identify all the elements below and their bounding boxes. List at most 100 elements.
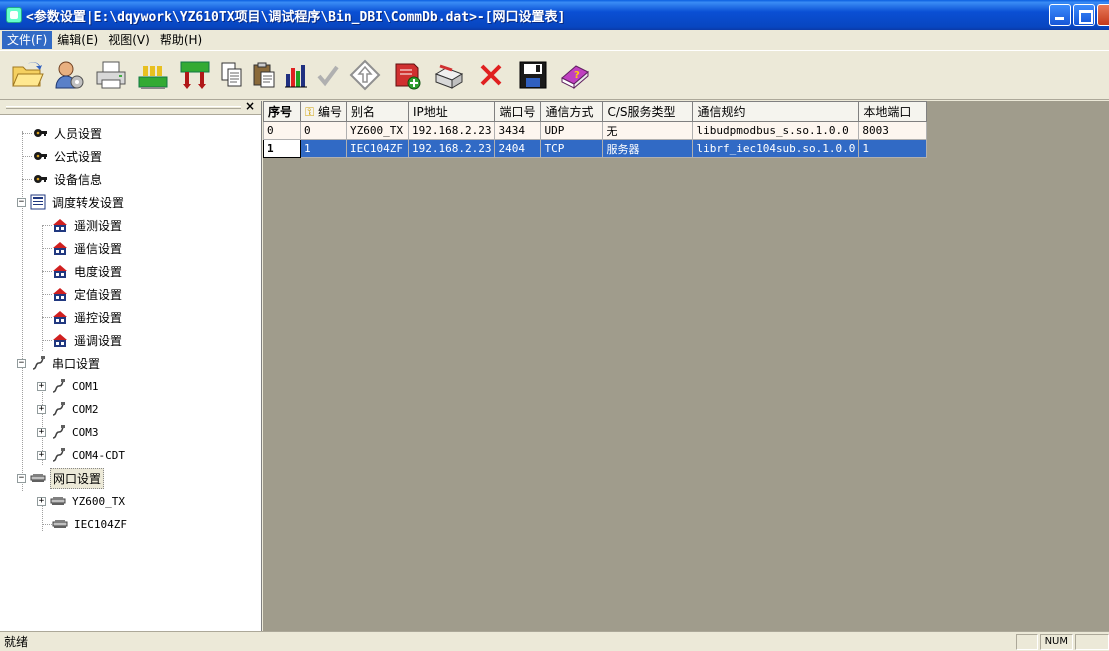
tree-item-com3[interactable]: + COM3 <box>37 422 101 442</box>
expand-icon[interactable]: + <box>37 404 46 414</box>
tree-item-teleadjust[interactable]: 遥调设置 <box>42 330 124 350</box>
cell-index[interactable]: 1 <box>263 139 301 158</box>
add-record-button[interactable] <box>388 56 426 94</box>
cell-number[interactable]: 0 <box>300 121 347 140</box>
tree-item-formula[interactable]: 公式设置 <box>22 146 104 166</box>
tree-item-device-info[interactable]: 设备信息 <box>22 169 104 189</box>
collapse-icon[interactable]: − <box>17 197 26 207</box>
maximize-button[interactable] <box>1073 4 1095 26</box>
copy-button[interactable] <box>218 56 246 94</box>
column-header-alias[interactable]: 别名 <box>345 101 409 122</box>
move-up-button[interactable] <box>346 56 384 94</box>
key-icon <box>34 152 47 160</box>
close-button[interactable] <box>1097 4 1109 26</box>
menu-edit[interactable]: 编辑(E) <box>52 31 103 49</box>
save-button[interactable] <box>514 56 552 94</box>
house-icon <box>53 311 67 324</box>
delete-icon <box>480 64 502 86</box>
cell-protocol[interactable]: libudpmodbus_s.so.1.0.0 <box>692 121 860 140</box>
svg-text:?: ? <box>574 70 580 81</box>
column-header-local-port[interactable]: 本地端口 <box>858 101 928 122</box>
status-panels: NUM <box>1015 634 1109 650</box>
grid-header-row: 序号 ⚿ 编号 别名 IP地址 端口号 通信方式 C/S服务类型 通信规约 本地… <box>263 101 928 122</box>
upload-button[interactable] <box>176 56 214 94</box>
column-header-protocol[interactable]: 通信规约 <box>692 101 860 122</box>
collapse-icon[interactable]: − <box>17 473 26 483</box>
house-icon <box>53 219 67 232</box>
cell-ip[interactable]: 192.168.2.23 <box>407 139 496 158</box>
cell-comm-mode[interactable]: UDP <box>540 121 604 140</box>
open-folder-icon <box>12 61 44 87</box>
tree-item-com4-cdt[interactable]: + COM4-CDT <box>37 445 127 465</box>
print-button[interactable] <box>92 56 130 94</box>
open-folder-button[interactable] <box>8 56 46 94</box>
cell-protocol[interactable]: librf_iec104sub.so.1.0.0 <box>692 139 860 158</box>
tree-item-com2[interactable]: + COM2 <box>37 399 101 419</box>
cell-port[interactable]: 3434 <box>494 121 542 140</box>
cell-alias[interactable]: IEC104ZF <box>345 139 409 158</box>
status-panel-caps <box>1015 634 1038 650</box>
tree-item-energy[interactable]: 电度设置 <box>42 261 124 281</box>
tree-item-dispatch[interactable]: − 调度转发设置 <box>17 192 126 212</box>
paste-button[interactable] <box>250 56 278 94</box>
edit-record-button[interactable] <box>430 56 468 94</box>
cell-ip[interactable]: 192.168.2.23 <box>407 121 496 140</box>
download-button[interactable] <box>134 56 172 94</box>
settings-person-icon <box>55 61 84 89</box>
network-port-icon <box>30 474 46 482</box>
title-bar[interactable]: <参数设置|E:\dqywork\YZ610TX项目\调试程序\Bin_DBI\… <box>0 0 1109 30</box>
add-record-icon <box>395 63 421 90</box>
minimize-button[interactable] <box>1049 4 1071 26</box>
cell-number[interactable]: 1 <box>300 139 347 158</box>
column-header-cs-type[interactable]: C/S服务类型 <box>602 101 694 122</box>
tree-item-yz600-tx[interactable]: + YZ600_TX <box>37 491 127 511</box>
serial-cable-icon <box>52 448 65 462</box>
expand-icon[interactable]: + <box>37 427 46 437</box>
tree-item-iec104zf[interactable]: IEC104ZF <box>42 514 129 534</box>
column-header-number[interactable]: ⚿ 编号 <box>300 101 347 122</box>
menu-file[interactable]: 文件(F) <box>2 31 53 49</box>
help-button[interactable]: ? <box>556 56 594 94</box>
tree-item-com1[interactable]: + COM1 <box>37 376 101 396</box>
check-button[interactable] <box>314 56 342 94</box>
cell-cs-type[interactable]: 无 <box>602 121 694 140</box>
menu-view[interactable]: 视图(V) <box>103 31 155 49</box>
tree-item-setpoint[interactable]: 定值设置 <box>42 284 124 304</box>
cell-local-port[interactable]: 8003 <box>858 121 928 140</box>
table-row[interactable]: 1 1 IEC104ZF 192.168.2.23 2404 TCP 服务器 l… <box>263 139 928 158</box>
expand-icon[interactable]: + <box>37 381 46 391</box>
pane-close-icon[interactable]: × <box>245 99 255 113</box>
grid-pane: 序号 ⚿ 编号 别名 IP地址 端口号 通信方式 C/S服务类型 通信规约 本地… <box>263 101 1109 631</box>
cell-cs-type[interactable]: 服务器 <box>602 139 694 158</box>
delete-button[interactable] <box>472 56 510 94</box>
tree-item-personnel[interactable]: 人员设置 <box>22 123 104 143</box>
cell-comm-mode[interactable]: TCP <box>540 139 604 158</box>
tree-item-telesignal[interactable]: 遥信设置 <box>42 238 124 258</box>
selected-tree-label: 网口设置 <box>50 467 105 489</box>
cell-port[interactable]: 2404 <box>494 139 542 158</box>
column-header-port[interactable]: 端口号 <box>494 101 542 122</box>
settings-person-button[interactable] <box>50 56 88 94</box>
house-icon <box>53 288 67 301</box>
column-header-ip[interactable]: IP地址 <box>407 101 496 122</box>
cell-alias[interactable]: YZ600_TX <box>345 121 409 140</box>
window-controls <box>1049 4 1109 26</box>
menu-help[interactable]: 帮助(H) <box>155 31 207 49</box>
chart-button[interactable] <box>282 56 310 94</box>
collapse-icon[interactable]: − <box>17 358 26 368</box>
expand-icon[interactable]: + <box>37 450 46 460</box>
tree-item-telemetry[interactable]: 遥测设置 <box>42 215 124 235</box>
expand-icon[interactable]: + <box>37 496 46 506</box>
cell-local-port[interactable]: 1 <box>858 139 928 158</box>
pane-grip[interactable] <box>6 106 241 109</box>
tree-item-telecontrol[interactable]: 遥控设置 <box>42 307 124 327</box>
app-icon <box>6 7 22 23</box>
serial-cable-icon <box>52 402 65 416</box>
status-text: 就绪 <box>4 635 29 649</box>
table-row[interactable]: 0 0 YZ600_TX 192.168.2.23 3434 UDP 无 lib… <box>263 121 928 140</box>
tree-item-network[interactable]: − 网口设置 <box>17 467 105 489</box>
column-header-comm-mode[interactable]: 通信方式 <box>540 101 604 122</box>
cell-index[interactable]: 0 <box>263 121 301 140</box>
tree-item-serial[interactable]: − 串口设置 <box>17 353 102 373</box>
column-header-index[interactable]: 序号 <box>263 101 301 122</box>
